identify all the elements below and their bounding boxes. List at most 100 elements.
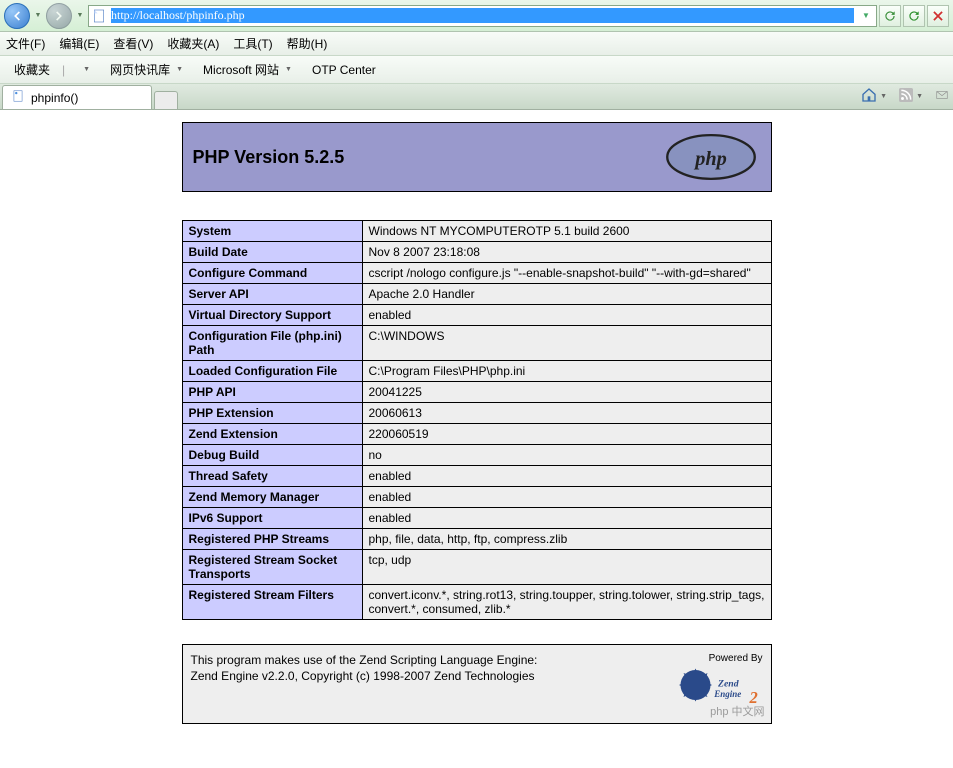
menu-favorites[interactable]: 收藏夹(A) bbox=[167, 35, 219, 52]
table-row: Virtual Directory Supportenabled bbox=[182, 305, 771, 326]
table-row: SystemWindows NT MYCOMPUTEROTP 5.1 build… bbox=[182, 221, 771, 242]
phpinfo-value: cscript /nologo configure.js "--enable-s… bbox=[362, 263, 771, 284]
chevron-down-icon: ▼ bbox=[880, 93, 887, 100]
stop-button[interactable] bbox=[927, 5, 949, 27]
phpinfo-value: Nov 8 2007 23:18:08 bbox=[362, 242, 771, 263]
table-row: Configuration File (php.ini) PathC:\WIND… bbox=[182, 326, 771, 361]
zend-box: This program makes use of the Zend Scrip… bbox=[182, 644, 772, 724]
phpinfo-value: C:\WINDOWS bbox=[362, 326, 771, 361]
back-button[interactable] bbox=[4, 3, 30, 29]
page-icon bbox=[91, 8, 107, 24]
ms-site-folder[interactable]: Microsoft 网站 ▼ bbox=[195, 59, 296, 80]
suggested-sites-button[interactable]: ▼ bbox=[73, 61, 94, 79]
home-button[interactable]: ▼ bbox=[861, 87, 887, 106]
favorites-button[interactable]: 收藏夹 bbox=[6, 59, 54, 80]
table-row: Registered PHP Streamsphp, file, data, h… bbox=[182, 529, 771, 550]
read-mail-button[interactable] bbox=[935, 88, 949, 105]
table-row: Server APIApache 2.0 Handler bbox=[182, 284, 771, 305]
arrow-left-icon bbox=[10, 9, 24, 23]
phpinfo-key: IPv6 Support bbox=[182, 508, 362, 529]
chevron-down-icon: ▼ bbox=[285, 66, 292, 73]
phpinfo-value: enabled bbox=[362, 508, 771, 529]
phpinfo-key: Registered PHP Streams bbox=[182, 529, 362, 550]
table-row: Zend Memory Managerenabled bbox=[182, 487, 771, 508]
table-row: Loaded Configuration FileC:\Program File… bbox=[182, 361, 771, 382]
menu-edit[interactable]: 编辑(E) bbox=[59, 35, 99, 52]
browser-nav-toolbar: ▼ ▼ ▼ bbox=[0, 0, 953, 32]
zend-line-1: This program makes use of the Zend Scrip… bbox=[191, 653, 538, 669]
chevron-down-icon: ▼ bbox=[176, 66, 183, 73]
favorites-label: 收藏夹 bbox=[14, 61, 50, 78]
phpinfo-value: Apache 2.0 Handler bbox=[362, 284, 771, 305]
menu-help[interactable]: 帮助(H) bbox=[287, 35, 328, 52]
menu-file[interactable]: 文件(F) bbox=[6, 35, 45, 52]
phpinfo-key: PHP API bbox=[182, 382, 362, 403]
phpinfo-value: 20060613 bbox=[362, 403, 771, 424]
otp-center-link[interactable]: OTP Center bbox=[304, 61, 380, 79]
svg-text:Zend: Zend bbox=[717, 679, 739, 690]
web-slice-label: 网页快讯库 bbox=[110, 61, 170, 78]
phpinfo-value: no bbox=[362, 445, 771, 466]
home-icon bbox=[861, 87, 877, 106]
zend-line-2: Zend Engine v2.2.0, Copyright (c) 1998-2… bbox=[191, 669, 538, 685]
table-row: PHP Extension20060613 bbox=[182, 403, 771, 424]
table-row: IPv6 Supportenabled bbox=[182, 508, 771, 529]
new-tab-button[interactable] bbox=[154, 91, 178, 109]
favorites-bar: 收藏夹 | ▼ 网页快讯库 ▼ Microsoft 网站 ▼ OTP Cente… bbox=[0, 56, 953, 84]
table-row: Configure Commandcscript /nologo configu… bbox=[182, 263, 771, 284]
watermark: php 中文网 bbox=[710, 703, 764, 719]
table-row: Registered Stream Socket Transportstcp, … bbox=[182, 550, 771, 585]
menu-tools[interactable]: 工具(T) bbox=[233, 35, 272, 52]
back-history-dropdown[interactable]: ▼ bbox=[32, 6, 44, 26]
zend-powered-label: Powered By bbox=[673, 653, 763, 664]
web-slice-button[interactable]: 网页快讯库 ▼ bbox=[102, 59, 187, 80]
chevron-down-icon: ▼ bbox=[916, 93, 923, 100]
separator: | bbox=[62, 63, 65, 77]
phpinfo-value: tcp, udp bbox=[362, 550, 771, 585]
phpinfo-key: Zend Extension bbox=[182, 424, 362, 445]
phpinfo-key: System bbox=[182, 221, 362, 242]
url-input[interactable] bbox=[111, 8, 854, 23]
phpinfo-key: Configuration File (php.ini) Path bbox=[182, 326, 362, 361]
forward-history-dropdown[interactable]: ▼ bbox=[74, 6, 86, 26]
phpinfo-value: convert.iconv.*, string.rot13, string.to… bbox=[362, 585, 771, 620]
address-dropdown[interactable]: ▼ bbox=[858, 11, 874, 20]
table-row: Zend Extension220060519 bbox=[182, 424, 771, 445]
page-icon bbox=[11, 89, 25, 106]
tab-title: phpinfo() bbox=[31, 91, 78, 105]
menu-view[interactable]: 查看(V) bbox=[113, 35, 153, 52]
phpinfo-key: Build Date bbox=[182, 242, 362, 263]
zend-text: This program makes use of the Zend Scrip… bbox=[191, 653, 538, 715]
table-row: PHP API20041225 bbox=[182, 382, 771, 403]
refresh-button-alt[interactable] bbox=[903, 5, 925, 27]
otp-center-label: OTP Center bbox=[312, 63, 376, 77]
table-row: Build DateNov 8 2007 23:18:08 bbox=[182, 242, 771, 263]
forward-button[interactable] bbox=[46, 3, 72, 29]
tab-bar: phpinfo() ▼ ▼ bbox=[0, 84, 953, 110]
phpinfo-key: Registered Stream Filters bbox=[182, 585, 362, 620]
refresh-button[interactable] bbox=[879, 5, 901, 27]
phpinfo-key: Zend Memory Manager bbox=[182, 487, 362, 508]
table-row: Debug Buildno bbox=[182, 445, 771, 466]
phpinfo-table: SystemWindows NT MYCOMPUTEROTP 5.1 build… bbox=[182, 220, 772, 620]
phpinfo-key: Thread Safety bbox=[182, 466, 362, 487]
refresh-icon bbox=[907, 9, 921, 23]
page-content: PHP Version 5.2.5 php SystemWindows NT M… bbox=[0, 110, 953, 766]
chevron-down-icon: ▼ bbox=[83, 66, 90, 73]
phpinfo-key: Registered Stream Socket Transports bbox=[182, 550, 362, 585]
page-tools: ▼ ▼ bbox=[861, 87, 949, 106]
arrow-right-icon bbox=[52, 9, 66, 23]
tab-phpinfo[interactable]: phpinfo() bbox=[2, 85, 152, 109]
phpinfo-key: Loaded Configuration File bbox=[182, 361, 362, 382]
phpinfo-key: Server API bbox=[182, 284, 362, 305]
phpinfo-key: Debug Build bbox=[182, 445, 362, 466]
svg-text:php: php bbox=[693, 148, 727, 170]
php-version-title: PHP Version 5.2.5 bbox=[193, 147, 345, 168]
address-bar[interactable]: ▼ bbox=[88, 5, 877, 27]
phpinfo-value: 20041225 bbox=[362, 382, 771, 403]
rss-icon bbox=[899, 88, 913, 105]
close-icon bbox=[931, 9, 945, 23]
phpinfo-value: 220060519 bbox=[362, 424, 771, 445]
feeds-button[interactable]: ▼ bbox=[899, 88, 923, 105]
phpinfo-key: Configure Command bbox=[182, 263, 362, 284]
